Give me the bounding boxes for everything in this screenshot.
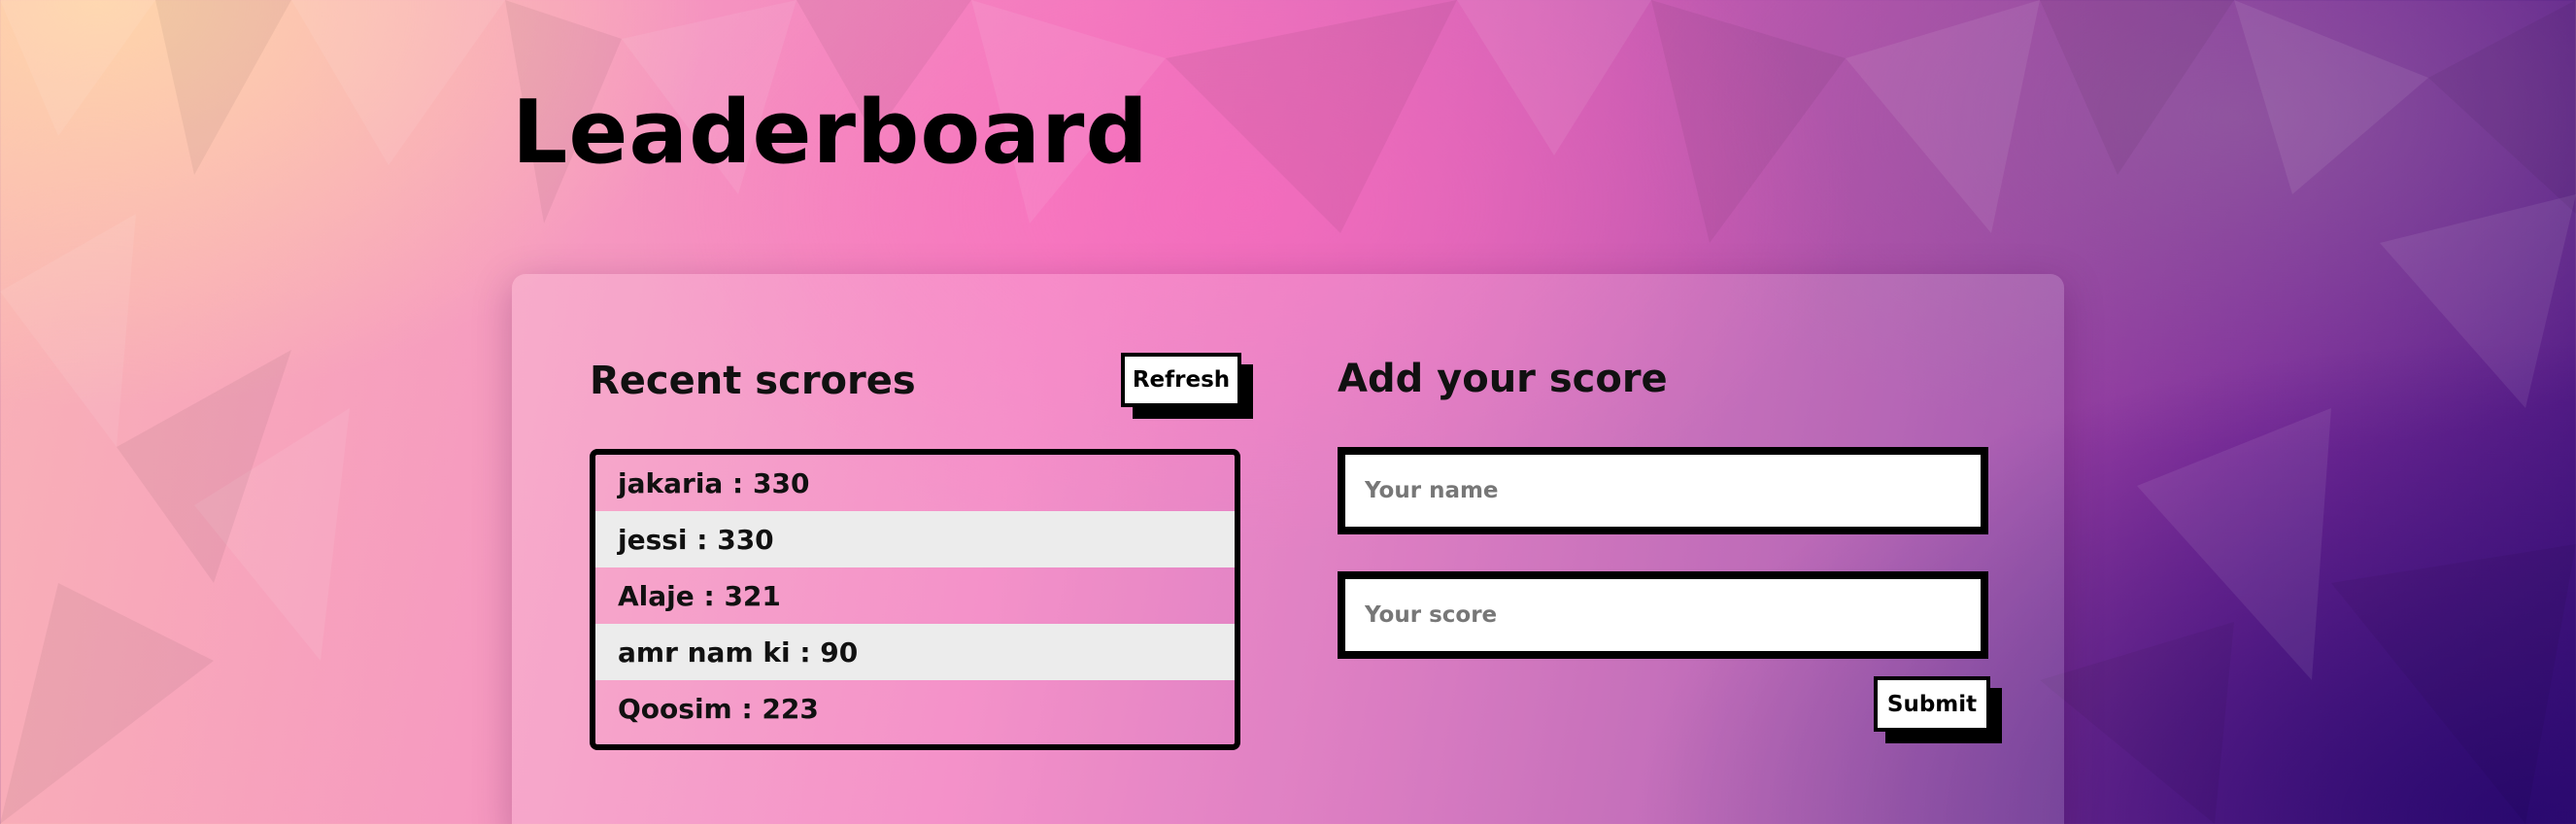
name-input[interactable] bbox=[1338, 447, 1988, 534]
page-title: Leaderboard bbox=[512, 82, 1149, 184]
leaderboard-card: Recent scrores Refresh jakaria : 330 jes… bbox=[512, 274, 2064, 824]
add-score-heading: Add your score bbox=[1338, 357, 1668, 401]
score-list-item: Qoosim : 223 bbox=[618, 692, 819, 725]
score-input[interactable] bbox=[1338, 571, 1988, 659]
score-list-item: amr nam ki : 90 bbox=[595, 624, 1235, 680]
score-list-item: jakaria : 330 bbox=[618, 466, 810, 499]
score-list-item: Alaje : 321 bbox=[618, 579, 781, 612]
recent-scores-heading: Recent scrores bbox=[590, 359, 916, 403]
score-list: jakaria : 330 jessi : 330 Alaje : 321 am… bbox=[590, 449, 1240, 750]
score-list-item: jessi : 330 bbox=[595, 511, 1235, 567]
submit-button[interactable]: Submit bbox=[1874, 676, 1990, 732]
refresh-button[interactable]: Refresh bbox=[1121, 353, 1241, 407]
